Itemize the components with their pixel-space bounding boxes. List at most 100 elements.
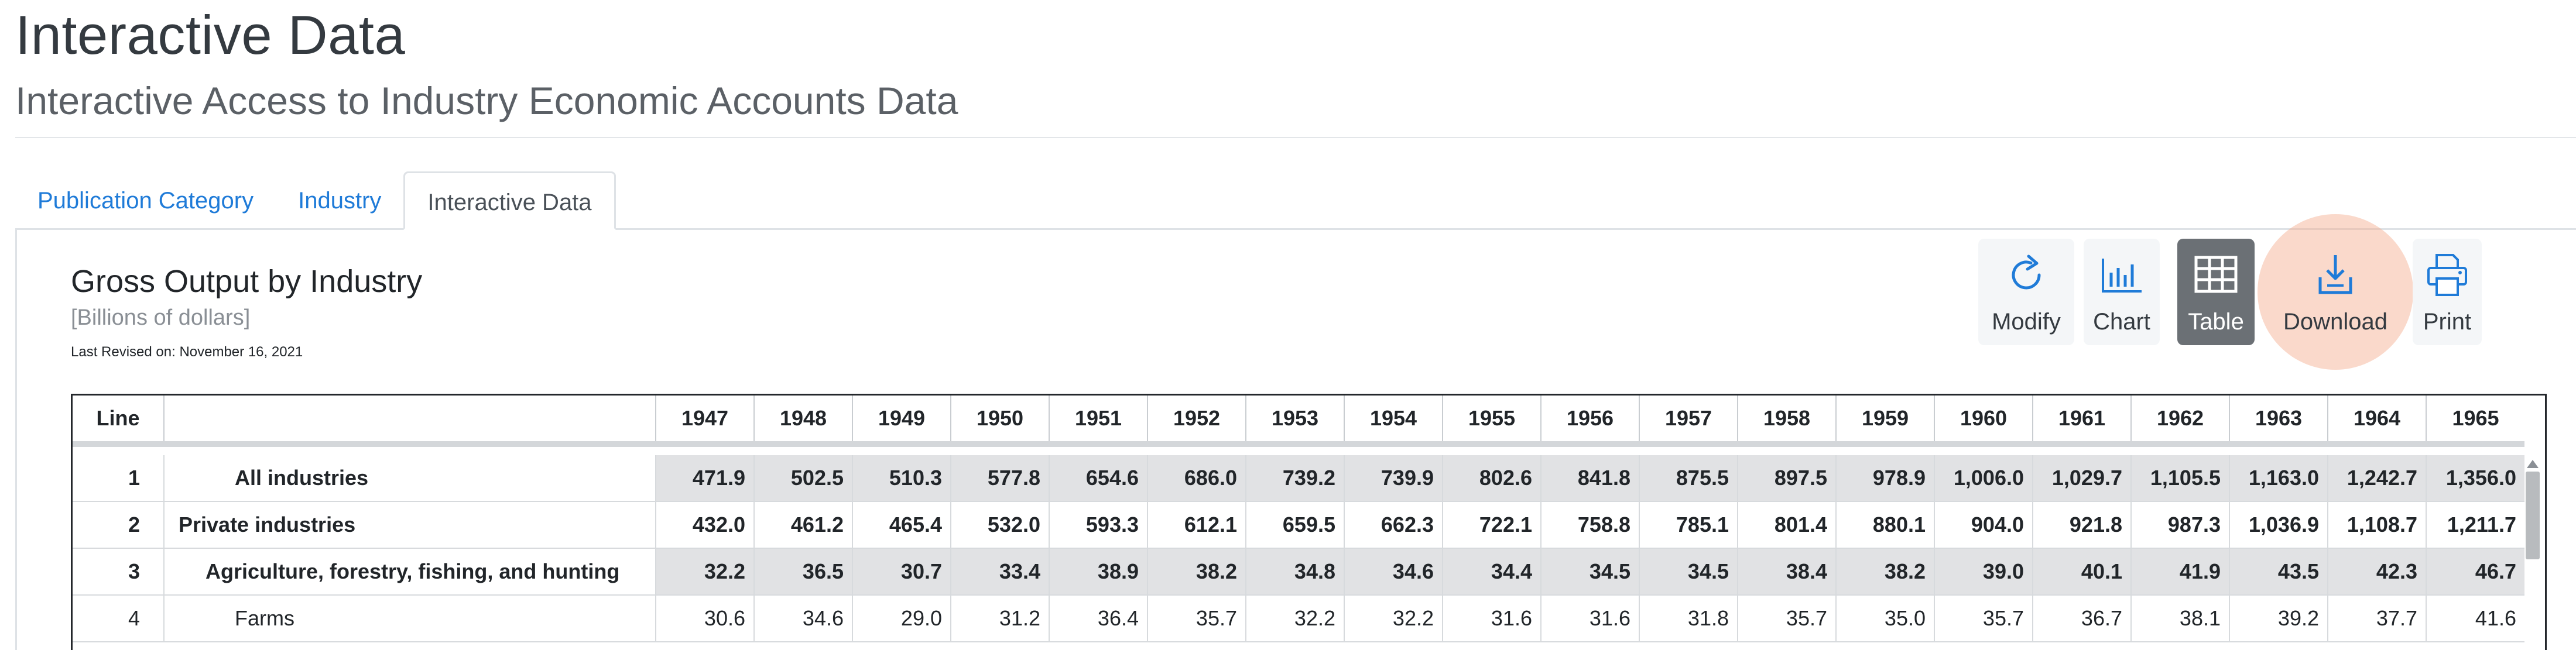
value-cell: 841.8 bbox=[1540, 455, 1639, 502]
value-cell: 35.7 bbox=[1147, 595, 1246, 642]
value-cell: 739.2 bbox=[1245, 455, 1344, 502]
line-number-cell: 1 bbox=[73, 455, 164, 502]
table-spacer-row bbox=[73, 444, 2524, 455]
year-column-header: 1963 bbox=[2229, 395, 2328, 447]
value-cell: 34.5 bbox=[1540, 548, 1639, 596]
value-cell: 1,108.7 bbox=[2327, 501, 2426, 549]
value-cell: 465.4 bbox=[852, 501, 951, 549]
value-cell: 43.5 bbox=[2229, 548, 2328, 596]
year-column-header: 1960 bbox=[1934, 395, 2033, 447]
chart-button[interactable]: Chart bbox=[2084, 239, 2160, 345]
value-cell: 31.8 bbox=[1639, 595, 1738, 642]
value-cell: 30.6 bbox=[655, 595, 754, 642]
scroll-up-arrow-icon[interactable] bbox=[2527, 460, 2539, 468]
value-cell: 739.9 bbox=[1344, 455, 1443, 502]
line-number-cell: 3 bbox=[73, 548, 164, 596]
year-column-header: 1961 bbox=[2032, 395, 2131, 447]
tab-interactive-data[interactable]: Interactive Data bbox=[403, 171, 616, 230]
value-cell: 39.2 bbox=[2229, 595, 2328, 642]
value-cell: 37.7 bbox=[2327, 595, 2426, 642]
value-cell: 722.1 bbox=[1442, 501, 1541, 549]
value-cell: 38.2 bbox=[1835, 548, 1934, 596]
value-cell: 38.1 bbox=[2130, 595, 2229, 642]
table-header-row: Line 1947 1948 1949 1950 1951 1952 1953 1954 195… bbox=[73, 395, 2524, 447]
year-column-header: 1956 bbox=[1540, 395, 1639, 447]
value-cell: 1,029.7 bbox=[2032, 455, 2131, 502]
year-column-header: 1949 bbox=[852, 395, 951, 447]
value-cell: 41.6 bbox=[2426, 595, 2524, 642]
chart-label: Chart bbox=[2093, 309, 2150, 335]
tab-publication-category[interactable]: Publication Category bbox=[15, 171, 276, 230]
spacer-cell bbox=[73, 444, 2524, 455]
year-column-header: 1950 bbox=[950, 395, 1049, 447]
value-cell: 801.4 bbox=[1737, 501, 1836, 549]
modify-button[interactable]: Modify bbox=[1978, 239, 2074, 345]
value-cell: 46.7 bbox=[2426, 548, 2524, 596]
value-cell: 38.9 bbox=[1049, 548, 1147, 596]
value-cell: 33.4 bbox=[950, 548, 1049, 596]
value-cell: 34.4 bbox=[1442, 548, 1541, 596]
year-column-header: 1954 bbox=[1344, 395, 1443, 447]
value-cell: 904.0 bbox=[1934, 501, 2033, 549]
value-cell: 32.2 bbox=[1344, 595, 1443, 642]
year-column-header: 1957 bbox=[1639, 395, 1738, 447]
page-title: Interactive Data bbox=[15, 4, 406, 66]
value-cell: 612.1 bbox=[1147, 501, 1246, 549]
value-cell: 577.8 bbox=[950, 455, 1049, 502]
tab-bar: Publication Category Industry Interactiv… bbox=[15, 167, 2576, 230]
value-cell: 31.6 bbox=[1540, 595, 1639, 642]
value-cell: 32.2 bbox=[1245, 595, 1344, 642]
value-cell: 39.0 bbox=[1934, 548, 2033, 596]
value-cell: 36.7 bbox=[2032, 595, 2131, 642]
name-column-header bbox=[163, 395, 656, 447]
bar-chart-icon bbox=[2095, 252, 2148, 298]
data-table-container: Line 1947 1948 1949 1950 1951 1952 1953 1954 195… bbox=[71, 394, 2547, 650]
value-cell: 38.4 bbox=[1737, 548, 1836, 596]
value-cell: 662.3 bbox=[1344, 501, 1443, 549]
value-cell: 897.5 bbox=[1737, 455, 1836, 502]
year-column-header: 1951 bbox=[1049, 395, 1147, 447]
download-label: Download bbox=[2283, 309, 2387, 335]
value-cell: 1,105.5 bbox=[2130, 455, 2229, 502]
year-column-header: 1962 bbox=[2130, 395, 2229, 447]
value-cell: 1,006.0 bbox=[1934, 455, 2033, 502]
scrollbar-thumb[interactable] bbox=[2526, 472, 2540, 559]
value-cell: 875.5 bbox=[1639, 455, 1738, 502]
download-button[interactable]: Download bbox=[2274, 239, 2396, 345]
value-cell: 686.0 bbox=[1147, 455, 1246, 502]
value-cell: 32.2 bbox=[655, 548, 754, 596]
table-button[interactable]: Table bbox=[2177, 239, 2255, 345]
last-revised-date: Last Revised on: November 16, 2021 bbox=[71, 344, 303, 360]
industry-name-cell: Farms bbox=[163, 595, 656, 642]
header-divider bbox=[15, 137, 2576, 138]
value-cell: 593.3 bbox=[1049, 501, 1147, 549]
value-cell: 461.2 bbox=[753, 501, 852, 549]
vertical-scrollbar[interactable] bbox=[2524, 454, 2541, 650]
value-cell: 34.5 bbox=[1639, 548, 1738, 596]
year-column-header: 1959 bbox=[1835, 395, 1934, 447]
value-cell: 532.0 bbox=[950, 501, 1049, 549]
value-cell: 29.0 bbox=[852, 595, 951, 642]
value-cell: 654.6 bbox=[1049, 455, 1147, 502]
year-column-header: 1948 bbox=[753, 395, 852, 447]
year-column-header: 1965 bbox=[2426, 395, 2524, 447]
printer-icon bbox=[2421, 252, 2474, 298]
print-button[interactable]: Print bbox=[2413, 239, 2482, 345]
download-icon bbox=[2309, 252, 2362, 298]
value-cell: 36.5 bbox=[753, 548, 852, 596]
value-cell: 41.9 bbox=[2130, 548, 2229, 596]
refresh-icon bbox=[2000, 252, 2053, 298]
tab-industry[interactable]: Industry bbox=[276, 171, 403, 230]
year-column-header: 1953 bbox=[1245, 395, 1344, 447]
industry-name-cell: Private industries bbox=[163, 501, 656, 549]
table-label: Table bbox=[2188, 309, 2244, 335]
value-cell: 785.1 bbox=[1639, 501, 1738, 549]
table-row: 4 Farms 30.6 34.6 29.0 31.2 36.4 35.7 32.2 32.2 31… bbox=[73, 595, 2524, 642]
table-row: 1 All industries 471.9 502.5 510.3 577.8 654.6… bbox=[73, 455, 2524, 502]
value-cell: 30.7 bbox=[852, 548, 951, 596]
value-cell: 34.6 bbox=[753, 595, 852, 642]
value-cell: 34.8 bbox=[1245, 548, 1344, 596]
value-cell: 921.8 bbox=[2032, 501, 2131, 549]
value-cell: 880.1 bbox=[1835, 501, 1934, 549]
value-cell: 31.2 bbox=[950, 595, 1049, 642]
